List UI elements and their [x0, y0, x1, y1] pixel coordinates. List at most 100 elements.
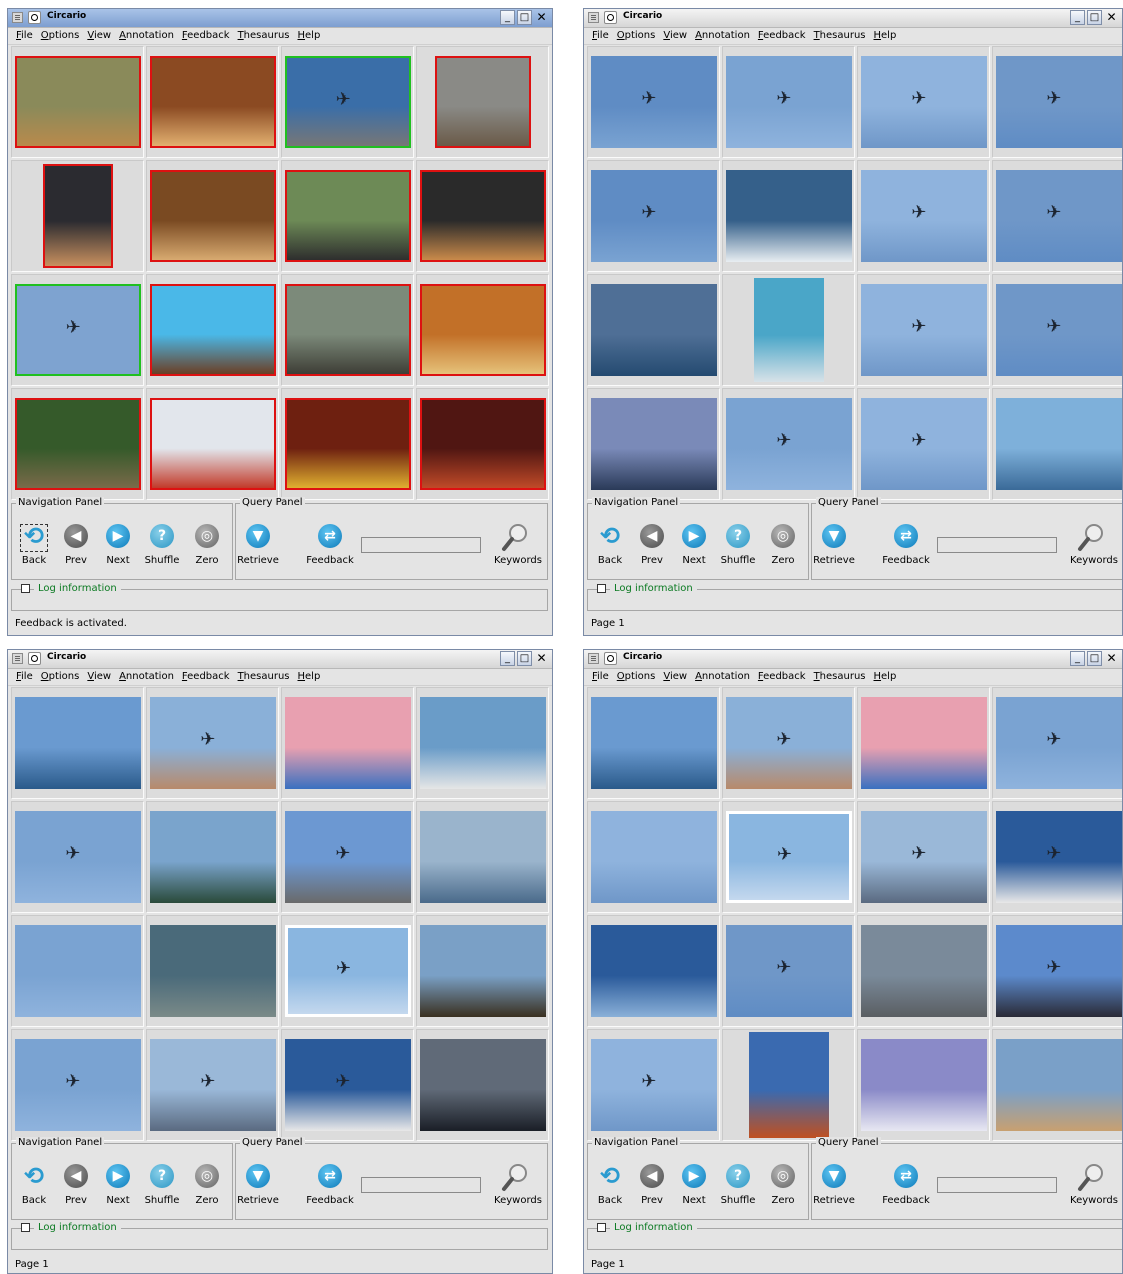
feedback-button[interactable]: ⇄ Feedback — [300, 524, 360, 566]
image-thumbnail[interactable]: ✈ — [285, 811, 411, 903]
prev-button[interactable]: ◀ Prev — [54, 1164, 98, 1206]
image-cell[interactable] — [857, 915, 990, 1027]
image-thumbnail[interactable] — [420, 925, 546, 1017]
next-button[interactable]: ▶ Next — [672, 1164, 716, 1206]
image-cell[interactable]: ✈ — [992, 801, 1122, 913]
menu-help[interactable]: Help — [874, 669, 897, 685]
image-thumbnail[interactable]: ✈ — [591, 170, 717, 262]
log-checkbox[interactable] — [597, 1223, 606, 1232]
image-cell[interactable]: ✈ — [281, 915, 414, 1027]
image-cell[interactable] — [416, 388, 549, 500]
shuffle-button[interactable]: ? Shuffle — [716, 1164, 760, 1206]
image-cell[interactable] — [146, 160, 279, 272]
title-bar[interactable]: Circario _ □ ✕ — [8, 650, 552, 669]
image-thumbnail[interactable]: ✈ — [150, 697, 276, 789]
image-thumbnail[interactable] — [150, 811, 276, 903]
image-thumbnail[interactable] — [420, 811, 546, 903]
image-cell[interactable]: ✈ — [857, 388, 990, 500]
image-cell[interactable] — [857, 687, 990, 799]
image-thumbnail[interactable]: ✈ — [861, 56, 987, 148]
image-thumbnail[interactable] — [726, 170, 852, 262]
image-cell[interactable] — [11, 915, 144, 1027]
menu-file[interactable]: File — [16, 669, 33, 685]
back-button[interactable]: ⟲ Back — [12, 1164, 56, 1206]
image-thumbnail[interactable]: ✈ — [861, 170, 987, 262]
image-thumbnail[interactable] — [861, 925, 987, 1017]
image-cell[interactable] — [11, 46, 144, 158]
image-thumbnail[interactable]: ✈ — [15, 1039, 141, 1131]
menu-feedback[interactable]: Feedback — [182, 669, 230, 685]
image-cell[interactable] — [416, 160, 549, 272]
image-cell[interactable] — [992, 1029, 1122, 1141]
keywords-button[interactable]: Keywords — [489, 524, 547, 566]
image-thumbnail[interactable] — [420, 697, 546, 789]
prev-button[interactable]: ◀ Prev — [630, 1164, 674, 1206]
menu-view[interactable]: View — [87, 28, 111, 44]
menu-help[interactable]: Help — [298, 28, 321, 44]
image-cell[interactable] — [11, 388, 144, 500]
feedback-button[interactable]: ⇄ Feedback — [876, 524, 936, 566]
image-cell[interactable]: ✈ — [146, 687, 279, 799]
image-thumbnail[interactable]: ✈ — [996, 56, 1122, 148]
image-thumbnail[interactable] — [150, 284, 276, 376]
image-cell[interactable] — [11, 160, 144, 272]
image-thumbnail[interactable] — [150, 925, 276, 1017]
menu-thesaurus[interactable]: Thesaurus — [238, 28, 290, 44]
image-thumbnail[interactable] — [996, 1039, 1122, 1131]
image-cell[interactable] — [416, 46, 549, 158]
image-thumbnail[interactable]: ✈ — [861, 284, 987, 376]
menu-annotation[interactable]: Annotation — [695, 28, 750, 44]
image-thumbnail[interactable]: ✈ — [591, 1039, 717, 1131]
image-thumbnail[interactable] — [15, 925, 141, 1017]
image-cell[interactable] — [146, 274, 279, 386]
keyword-input[interactable] — [361, 1177, 481, 1193]
title-bar[interactable]: Circario _ □ ✕ — [584, 650, 1122, 669]
menu-options[interactable]: Options — [41, 28, 80, 44]
image-thumbnail[interactable] — [150, 56, 276, 148]
keywords-button[interactable]: Keywords — [489, 1164, 547, 1206]
image-cell[interactable] — [416, 1029, 549, 1141]
menu-options[interactable]: Options — [617, 28, 656, 44]
image-thumbnail[interactable]: ✈ — [150, 1039, 276, 1131]
image-cell[interactable]: ✈ — [857, 46, 990, 158]
feedback-button[interactable]: ⇄ Feedback — [300, 1164, 360, 1206]
menu-thesaurus[interactable]: Thesaurus — [814, 669, 866, 685]
image-thumbnail[interactable]: ✈ — [726, 925, 852, 1017]
menu-view[interactable]: View — [87, 669, 111, 685]
image-thumbnail[interactable]: ✈ — [591, 56, 717, 148]
image-cell[interactable] — [146, 46, 279, 158]
image-cell[interactable]: ✈ — [992, 687, 1122, 799]
image-thumbnail[interactable] — [861, 1039, 987, 1131]
image-cell[interactable]: ✈ — [587, 46, 720, 158]
maximize-icon[interactable]: □ — [517, 651, 532, 666]
zero-button[interactable]: ◎ Zero — [761, 524, 805, 566]
image-thumbnail[interactable] — [420, 170, 546, 262]
window-menu-icon[interactable] — [12, 653, 23, 664]
image-thumbnail[interactable]: ✈ — [726, 697, 852, 789]
shuffle-button[interactable]: ? Shuffle — [140, 1164, 184, 1206]
keyword-input[interactable] — [937, 1177, 1057, 1193]
keywords-button[interactable]: Keywords — [1065, 1164, 1122, 1206]
image-thumbnail[interactable]: ✈ — [861, 811, 987, 903]
image-thumbnail[interactable] — [591, 811, 717, 903]
image-thumbnail[interactable]: ✈ — [726, 811, 852, 903]
image-thumbnail[interactable] — [150, 170, 276, 262]
image-cell[interactable] — [11, 687, 144, 799]
image-cell[interactable]: ✈ — [722, 388, 855, 500]
image-thumbnail[interactable]: ✈ — [726, 398, 852, 490]
image-cell[interactable]: ✈ — [722, 687, 855, 799]
image-thumbnail[interactable] — [15, 398, 141, 490]
image-cell[interactable] — [281, 687, 414, 799]
image-thumbnail[interactable] — [996, 398, 1122, 490]
image-thumbnail[interactable] — [591, 398, 717, 490]
maximize-icon[interactable]: □ — [1087, 10, 1102, 25]
image-thumbnail[interactable]: ✈ — [726, 56, 852, 148]
log-checkbox[interactable] — [597, 584, 606, 593]
prev-button[interactable]: ◀ Prev — [54, 524, 98, 566]
image-cell[interactable] — [416, 274, 549, 386]
menu-feedback[interactable]: Feedback — [758, 669, 806, 685]
next-button[interactable]: ▶ Next — [672, 524, 716, 566]
image-thumbnail[interactable]: ✈ — [996, 284, 1122, 376]
next-button[interactable]: ▶ Next — [96, 524, 140, 566]
close-icon[interactable]: ✕ — [534, 10, 549, 25]
